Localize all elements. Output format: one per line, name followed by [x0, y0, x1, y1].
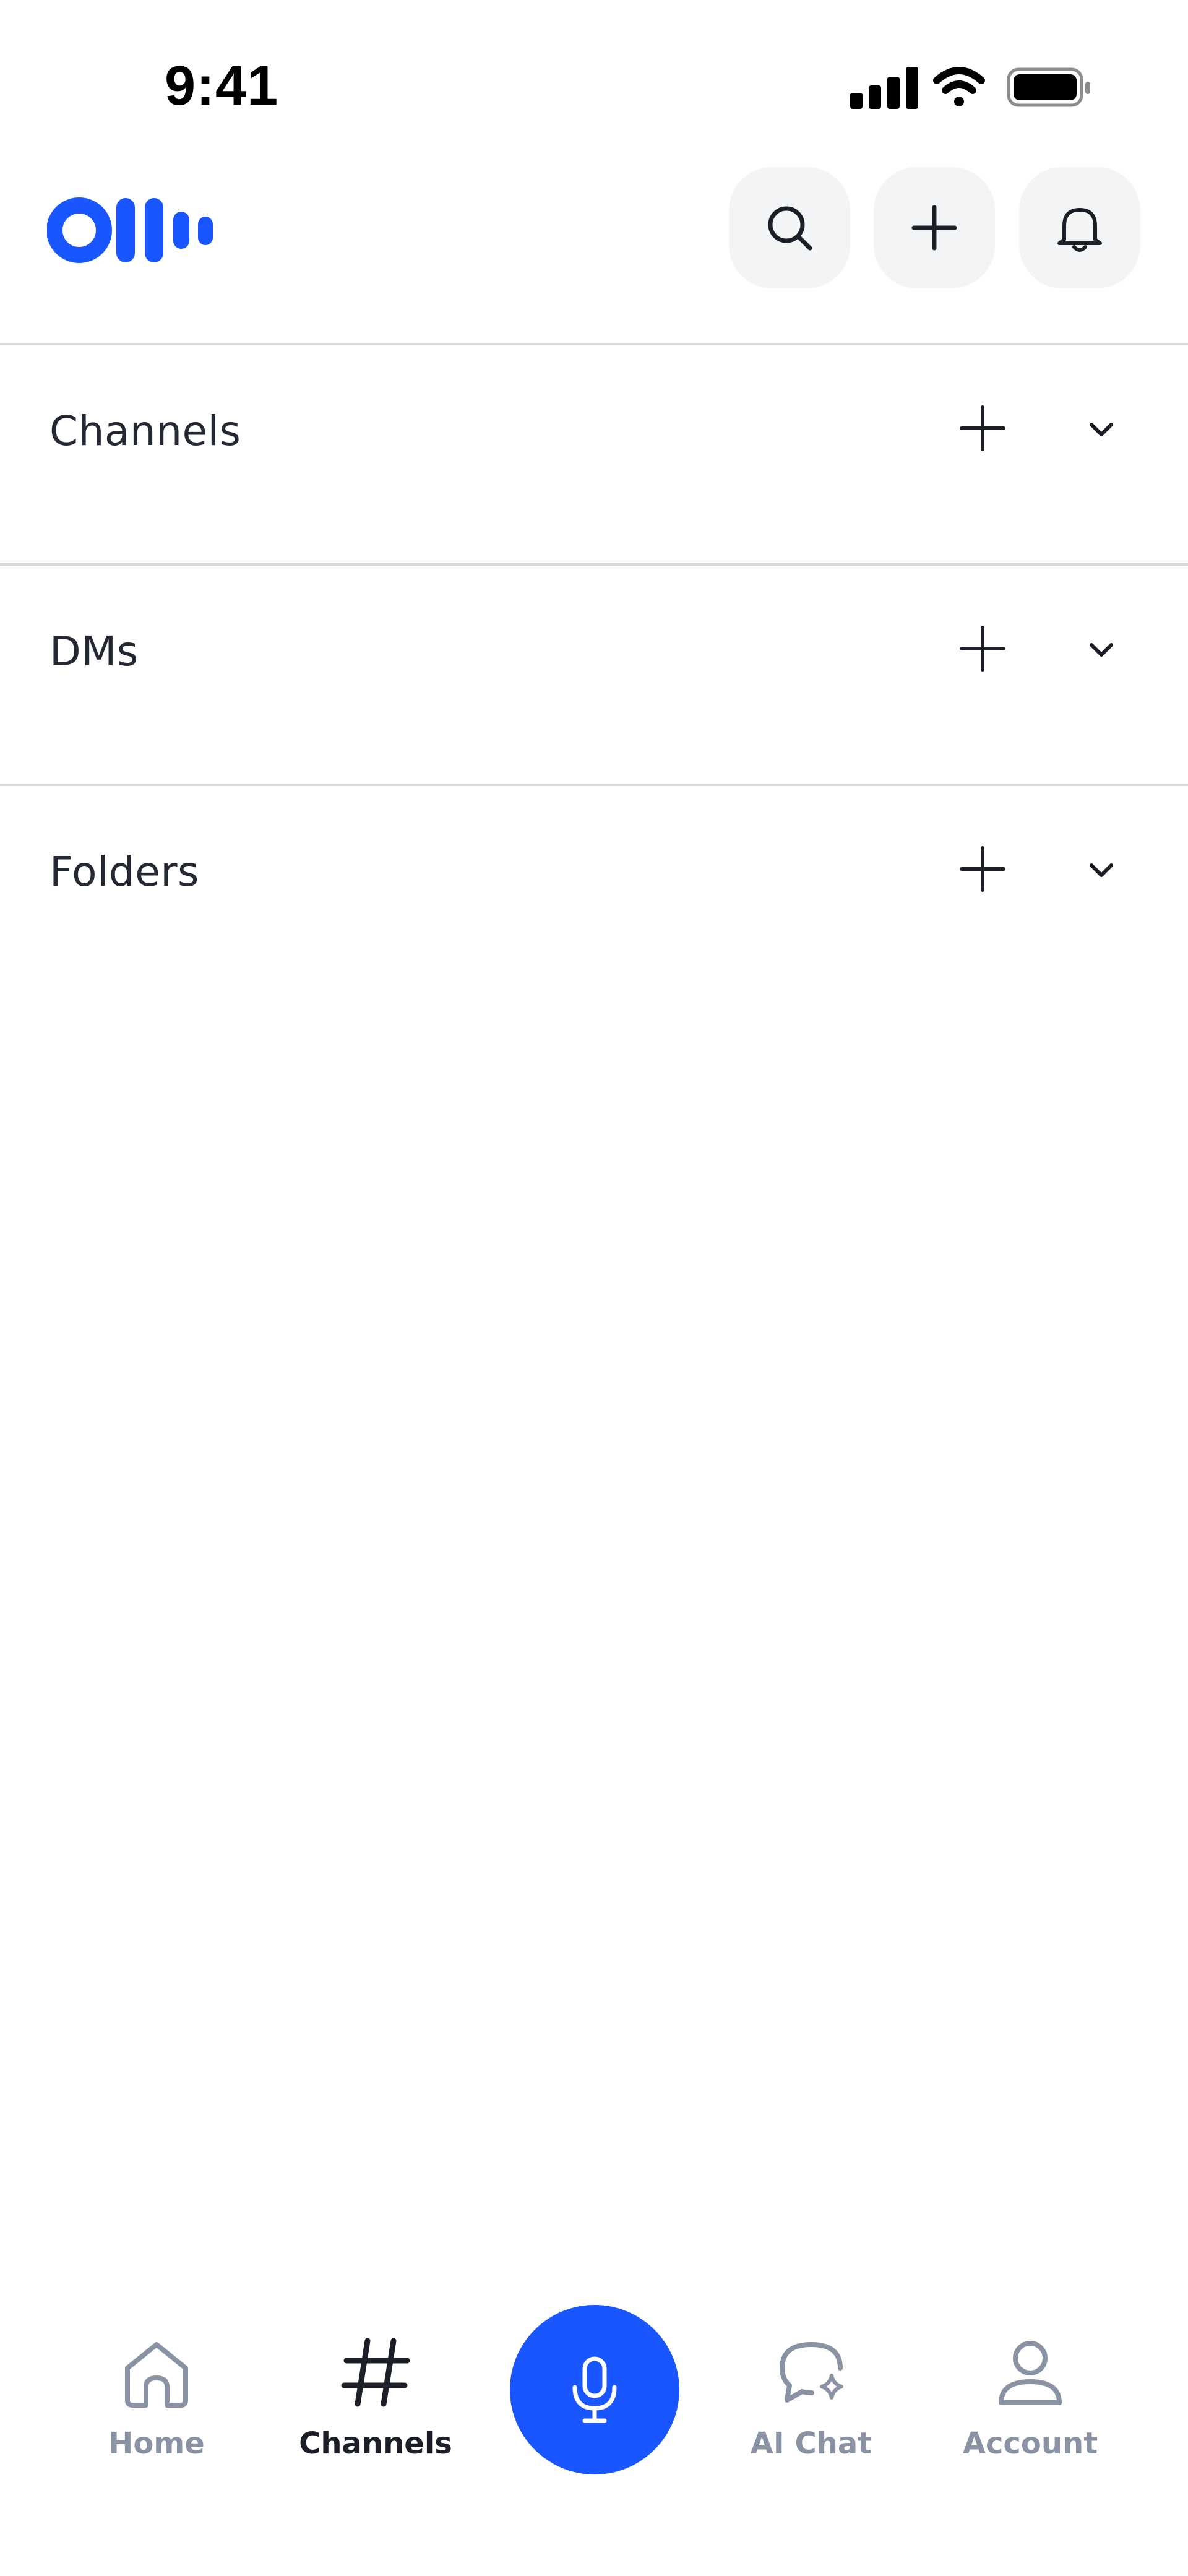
tab-label: Channels — [299, 2426, 452, 2461]
section-title: Channels — [50, 407, 241, 455]
section-channels[interactable]: Channels — [0, 345, 1188, 563]
battery-icon — [1007, 67, 1090, 107]
ai-chat-icon — [780, 2342, 843, 2403]
chevron-down-icon — [1090, 643, 1113, 657]
search-button[interactable] — [729, 167, 850, 288]
plus-icon — [960, 846, 1005, 892]
toggle-dms-button[interactable] — [1077, 625, 1126, 675]
chevron-down-icon — [1090, 863, 1113, 877]
bottom-tab-bar: Home Channels AI Chat Account — [0, 2278, 1188, 2576]
record-button[interactable] — [510, 2305, 679, 2474]
hash-icon — [341, 2338, 410, 2407]
search-icon — [768, 206, 812, 251]
add-folder-button[interactable] — [953, 839, 1012, 899]
tab-channels[interactable]: Channels — [292, 2332, 459, 2487]
plus-icon — [911, 205, 957, 251]
otter-logo-icon — [47, 197, 213, 263]
plus-icon — [960, 405, 1005, 451]
toggle-channels-button[interactable] — [1077, 405, 1126, 454]
tab-account[interactable]: Account — [947, 2332, 1114, 2487]
tab-label: Home — [108, 2426, 205, 2461]
section-dms[interactable]: DMs — [0, 566, 1188, 784]
section-title: Folders — [50, 848, 199, 896]
plus-icon — [960, 626, 1005, 672]
tab-label: Account — [962, 2426, 1098, 2461]
create-button[interactable] — [874, 167, 995, 288]
add-channel-button[interactable] — [953, 399, 1012, 458]
notifications-button[interactable] — [1019, 167, 1140, 288]
chevron-down-icon — [1090, 423, 1113, 436]
status-bar: 9:41 — [0, 0, 1188, 155]
status-time: 9:41 — [165, 55, 279, 117]
tab-home[interactable]: Home — [73, 2332, 240, 2487]
section-folders[interactable]: Folders — [0, 786, 1188, 1004]
bell-icon — [1057, 208, 1102, 252]
tab-label: AI Chat — [750, 2426, 872, 2461]
user-icon — [999, 2341, 1062, 2405]
signal-icon — [850, 67, 918, 109]
app-header — [0, 155, 1188, 344]
wifi-icon — [933, 67, 985, 106]
microphone-icon — [572, 2356, 617, 2423]
tab-ai-chat[interactable]: AI Chat — [728, 2332, 895, 2487]
home-icon — [125, 2342, 188, 2408]
section-title: DMs — [50, 628, 139, 675]
status-icons — [850, 67, 1090, 109]
add-dm-button[interactable] — [953, 619, 1012, 678]
toggle-folders-button[interactable] — [1077, 845, 1126, 895]
